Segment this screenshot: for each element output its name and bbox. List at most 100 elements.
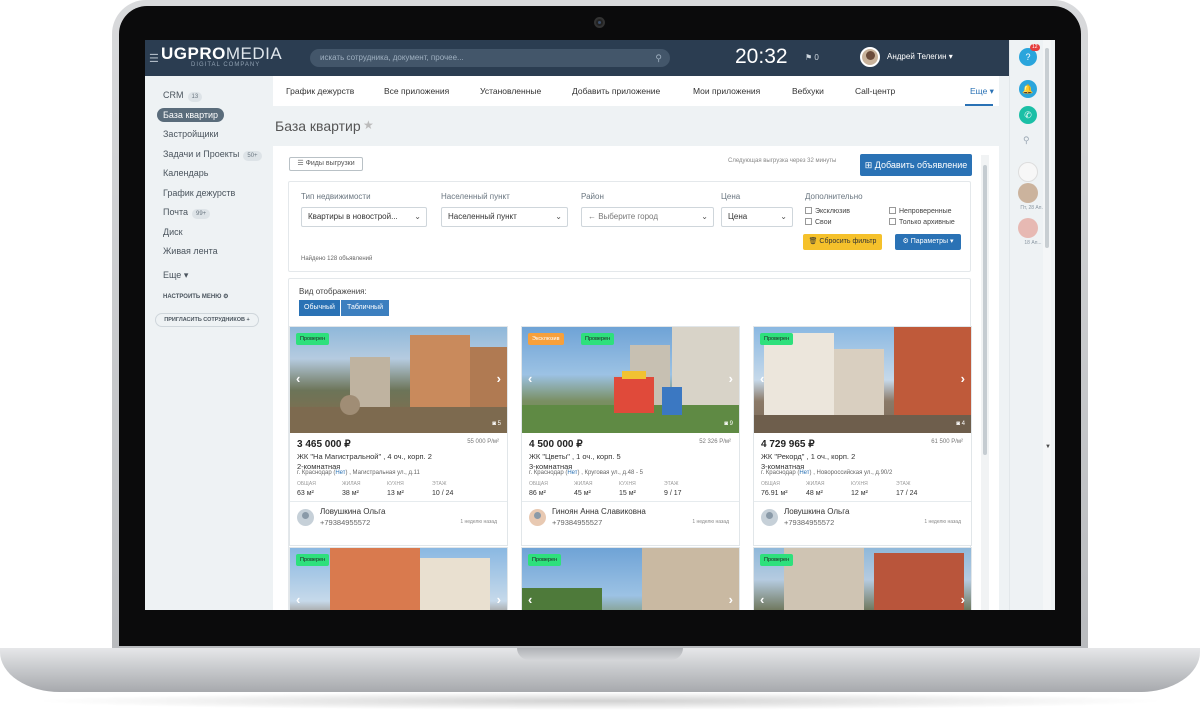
listing-card[interactable]: Эксклюзив Проверен ‹ › ◙ 9 4 500 000 ₽ 5… bbox=[521, 326, 740, 546]
user-avatar[interactable] bbox=[860, 47, 880, 67]
listing-card[interactable]: Проверен ‹ › bbox=[753, 547, 972, 610]
plus-icon: + bbox=[246, 317, 250, 323]
avatar[interactable] bbox=[761, 509, 778, 526]
stat-value: 45 м² bbox=[574, 490, 591, 497]
sidebar-item-duty[interactable]: График дежурств bbox=[155, 184, 265, 204]
stat-label: ЖИЛАЯ bbox=[806, 481, 825, 487]
content-scrollbar-thumb[interactable] bbox=[983, 165, 987, 455]
stat-value: 12 м² bbox=[851, 490, 868, 497]
property-type-select[interactable]: Квартиры в новострой... ⌄ bbox=[301, 207, 427, 227]
configure-menu-link[interactable]: НАСТРОИТЬ МЕНЮ ⚙ bbox=[163, 293, 229, 300]
address-link[interactable]: Нет bbox=[799, 470, 809, 476]
sidebar-item-disk[interactable]: Диск bbox=[155, 223, 265, 243]
chevron-left-icon[interactable]: ‹ bbox=[760, 371, 764, 386]
agent-name[interactable]: Ловушкина Ольга bbox=[320, 507, 385, 516]
tab-my-apps[interactable]: Мои приложения bbox=[693, 86, 760, 96]
chevron-right-icon[interactable]: › bbox=[497, 371, 501, 386]
tab-all-apps[interactable]: Все приложения bbox=[384, 86, 449, 96]
district-select[interactable]: ← Выберите город ⌄ bbox=[581, 207, 714, 227]
plus-square-icon: ⊞ bbox=[864, 160, 873, 170]
sidebar-item-more[interactable]: Еще ▾ bbox=[155, 266, 265, 286]
listing-photo[interactable]: Проверен ‹ › ◙ 5 bbox=[290, 327, 507, 433]
listing-photo[interactable]: Проверен ‹ › bbox=[754, 548, 971, 610]
agent-phone[interactable]: +79384955572 bbox=[320, 518, 370, 527]
own-checkbox[interactable]: Свои bbox=[805, 218, 832, 226]
chevron-left-icon[interactable]: ‹ bbox=[528, 592, 532, 607]
listing-card[interactable]: Проверен ‹ › bbox=[289, 547, 508, 610]
group-chat-icon[interactable] bbox=[1018, 162, 1038, 182]
sidebar-item-tasks[interactable]: Задачи и Проекты 50+ bbox=[155, 145, 265, 165]
search-icon[interactable]: ⚲ bbox=[655, 49, 662, 67]
window-scrollbar-thumb[interactable] bbox=[1045, 48, 1049, 248]
price-per-m2: 61 500 Р/м² bbox=[931, 439, 963, 445]
chevron-right-icon[interactable]: › bbox=[729, 371, 733, 386]
avatar[interactable] bbox=[1018, 218, 1038, 238]
listing-card[interactable]: Проверен ‹ › bbox=[521, 547, 740, 610]
address-link[interactable]: Нет bbox=[335, 470, 345, 476]
avatar[interactable] bbox=[1018, 183, 1038, 203]
add-listing-button[interactable]: ⊞ Добавить объявление bbox=[860, 154, 972, 176]
listing-photo[interactable]: Эксклюзив Проверен ‹ › ◙ 9 bbox=[522, 327, 739, 433]
stat-value: 48 м² bbox=[806, 490, 823, 497]
complex-name: ЖК "На Магистральной" , 4 оч., корп. 2 bbox=[297, 452, 432, 461]
user-name[interactable]: Андрей Телегин ▾ bbox=[887, 52, 953, 61]
scroll-down-arrow[interactable]: ▼ bbox=[1045, 444, 1051, 450]
count-badge: 50+ bbox=[243, 150, 262, 161]
view-normal-toggle[interactable]: Обычный bbox=[299, 300, 340, 316]
laptop-shadow bbox=[30, 692, 1170, 710]
tab-call-center[interactable]: Call-центр bbox=[855, 86, 895, 96]
unverified-checkbox[interactable]: Непроверенные bbox=[889, 207, 952, 215]
chevron-left-icon[interactable]: ‹ bbox=[528, 371, 532, 386]
sidebar-item-developers[interactable]: Застройщики bbox=[155, 125, 265, 145]
sidebar-item-calendar[interactable]: Календарь bbox=[155, 164, 265, 184]
view-table-toggle[interactable]: Табличный bbox=[341, 300, 389, 316]
chevron-right-icon[interactable]: › bbox=[961, 592, 965, 607]
tab-webhooks[interactable]: Вебхуки bbox=[792, 86, 824, 96]
chat-icon[interactable]: ✆ bbox=[1019, 106, 1037, 124]
clock[interactable]: 20:32 bbox=[735, 45, 788, 69]
city-select[interactable]: Населенный пункт ⌄ bbox=[441, 207, 568, 227]
listing-card[interactable]: Проверен ‹ › ◙ 5 3 465 000 ₽ 55 000 Р/м²… bbox=[289, 326, 508, 546]
tab-add-app[interactable]: Добавить приложение bbox=[572, 86, 660, 96]
logo[interactable]: UGPROMEDIA bbox=[161, 44, 282, 64]
agent-name[interactable]: Гиноян Анна Славиковна bbox=[552, 507, 646, 516]
menu-icon[interactable]: ☰ bbox=[149, 52, 159, 65]
sidebar-item-mail[interactable]: Почта 99+ bbox=[155, 203, 265, 223]
search-icon[interactable]: ⚲ bbox=[1023, 135, 1030, 146]
tab-more[interactable]: Еще ▾ bbox=[970, 86, 994, 97]
price-select[interactable]: Цена ⌄ bbox=[721, 207, 793, 227]
sidebar-item-crm[interactable]: CRM 13 bbox=[155, 86, 265, 106]
search-input[interactable]: искать сотрудника, документ, прочее... ⚲ bbox=[310, 49, 670, 67]
chevron-right-icon[interactable]: › bbox=[497, 592, 501, 607]
chevron-left-icon[interactable]: ‹ bbox=[296, 592, 300, 607]
listing-card[interactable]: Проверен ‹ › ◙ 4 4 729 965 ₽ 61 500 Р/м²… bbox=[753, 326, 972, 546]
chevron-left-icon[interactable]: ‹ bbox=[760, 592, 764, 607]
listing-photo[interactable]: Проверен ‹ › ◙ 4 bbox=[754, 327, 971, 433]
parameters-button[interactable]: ⚙ Параметры ▾ bbox=[895, 234, 961, 250]
chevron-right-icon[interactable]: › bbox=[961, 371, 965, 386]
star-icon[interactable]: ★ bbox=[363, 118, 374, 132]
chevron-left-icon[interactable]: ‹ bbox=[296, 371, 300, 386]
chevron-right-icon[interactable]: › bbox=[729, 592, 733, 607]
exclusive-checkbox[interactable]: Эксклюзив bbox=[805, 207, 850, 215]
tab-duty[interactable]: График дежурств bbox=[286, 86, 354, 96]
bell-icon[interactable]: 🔔 bbox=[1019, 80, 1037, 98]
agent-phone[interactable]: +79384955527 bbox=[552, 518, 602, 527]
listing-time: 1 неделю назад bbox=[460, 519, 497, 525]
agent-name[interactable]: Ловушкина Ольга bbox=[784, 507, 849, 516]
avatar[interactable] bbox=[297, 509, 314, 526]
archived-checkbox[interactable]: Только архивные bbox=[889, 218, 955, 226]
address-link[interactable]: Нет bbox=[567, 470, 577, 476]
sidebar-item-feed[interactable]: Живая лента bbox=[155, 242, 265, 262]
sidebar-item-apartments[interactable]: База квартир bbox=[155, 106, 265, 126]
agent-phone[interactable]: +79384955572 bbox=[784, 518, 834, 527]
invite-button[interactable]: ПРИГЛАСИТЬ СОТРУДНИКОВ + bbox=[155, 313, 259, 327]
flag-counter[interactable]: ⚑ 0 bbox=[805, 53, 819, 62]
avatar[interactable] bbox=[529, 509, 546, 526]
tab-installed[interactable]: Установленные bbox=[480, 86, 541, 96]
feeds-button[interactable]: ☰ Фиды выгрузки bbox=[289, 157, 363, 171]
listing-photo[interactable]: Проверен ‹ › bbox=[522, 548, 739, 610]
listing-photo[interactable]: Проверен ‹ › bbox=[290, 548, 507, 610]
reset-filter-button[interactable]: 🗑 Сбросить фильтр bbox=[803, 234, 882, 250]
stat-label: КУХНЯ bbox=[387, 481, 404, 487]
